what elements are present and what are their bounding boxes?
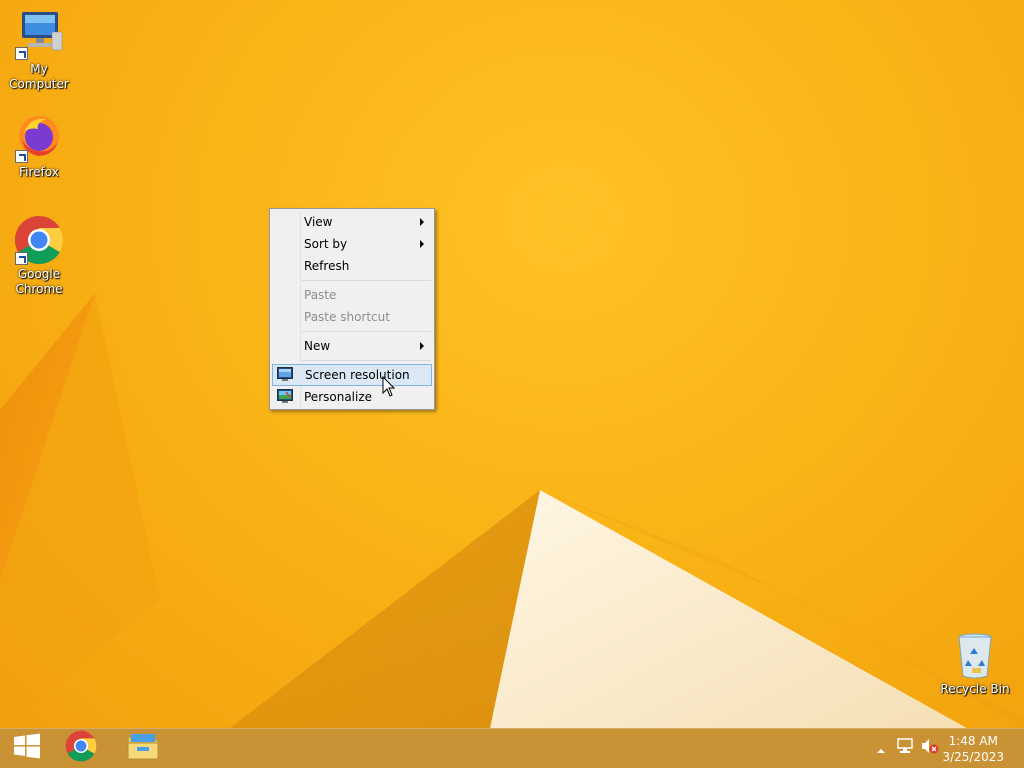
menu-item-label: Personalize (304, 390, 373, 404)
network-tray-button[interactable] (894, 728, 916, 768)
chrome-icon (65, 730, 97, 766)
taskbar: 1:48 AM 3/25/2023 (0, 728, 1024, 768)
file-explorer-icon (127, 731, 159, 765)
desktop-wallpaper[interactable] (0, 0, 1024, 728)
submenu-arrow-icon (420, 240, 424, 248)
desktop-icon-label: Google Chrome (15, 267, 63, 296)
menu-item-paste[interactable]: Paste (272, 284, 432, 306)
personalize-icon (277, 389, 293, 404)
taskbar-clock[interactable]: 1:48 AM 3/25/2023 (942, 733, 1004, 765)
menu-separator (302, 331, 431, 332)
submenu-arrow-icon (420, 218, 424, 226)
menu-item-view[interactable]: View (272, 211, 432, 233)
network-icon (896, 738, 914, 758)
desktop-context-menu: View Sort by Refresh Paste Paste shortcu… (269, 208, 435, 410)
menu-item-label: View (304, 215, 333, 229)
shortcut-arrow-icon (15, 47, 28, 60)
shortcut-arrow-icon (15, 252, 28, 265)
desktop-icon-label: Recycle Bin (940, 682, 1010, 696)
computer-icon (14, 10, 64, 60)
menu-item-screen-resolution[interactable]: Screen resolution (272, 364, 432, 386)
windows-logo-icon (13, 733, 41, 763)
desktop-icon-label: My Computer (9, 62, 69, 91)
menu-separator (302, 360, 431, 361)
menu-item-label: Refresh (304, 259, 350, 273)
menu-item-personalize[interactable]: Personalize (272, 386, 432, 408)
desktop-icon-google-chrome[interactable]: Google Chrome (0, 215, 79, 297)
desktop-icon-firefox[interactable]: Firefox (0, 113, 79, 180)
menu-item-label: Paste (304, 288, 337, 302)
desktop-icon-my-computer[interactable]: My Computer (0, 10, 79, 92)
shortcut-arrow-icon (15, 150, 28, 163)
show-hidden-icons-button[interactable] (872, 728, 890, 768)
start-button[interactable] (0, 728, 54, 768)
taskbar-file-explorer-button[interactable] (116, 728, 170, 768)
chrome-icon (14, 215, 64, 265)
firefox-icon (14, 113, 64, 163)
menu-item-label: Sort by (304, 237, 348, 251)
menu-separator (302, 280, 431, 281)
chevron-up-icon (876, 739, 886, 758)
menu-item-refresh[interactable]: Refresh (272, 255, 432, 277)
menu-item-new[interactable]: New (272, 335, 432, 357)
mouse-cursor-hand-icon (382, 375, 396, 398)
menu-item-label: Paste shortcut (304, 310, 390, 324)
menu-item-paste-shortcut[interactable]: Paste shortcut (272, 306, 432, 328)
volume-tray-button[interactable] (918, 728, 942, 768)
menu-item-label: New (304, 339, 331, 353)
menu-item-sort-by[interactable]: Sort by (272, 233, 432, 255)
display-icon (277, 367, 293, 382)
clock-time: 1:48 AM (948, 734, 998, 748)
taskbar-chrome-button[interactable] (54, 728, 108, 768)
desktop-icon-recycle-bin[interactable]: Recycle Bin (935, 632, 1015, 697)
volume-muted-icon (921, 738, 939, 758)
clock-date: 3/25/2023 (942, 750, 1004, 764)
desktop-icon-label: Firefox (19, 165, 59, 179)
submenu-arrow-icon (420, 342, 424, 350)
recycle-bin-icon (950, 632, 1000, 680)
